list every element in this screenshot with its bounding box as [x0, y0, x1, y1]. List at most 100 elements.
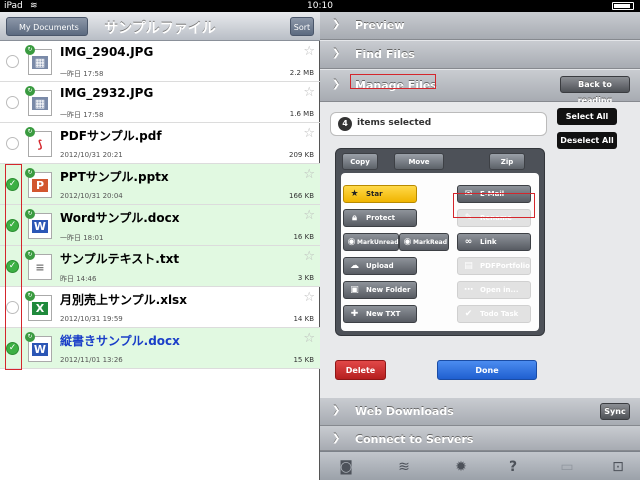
- manage-panel: ❯ Preview ❯ Find Files ❯ Manage Files Ba…: [320, 12, 640, 480]
- move-button[interactable]: Move: [394, 153, 444, 170]
- image-file-icon: ↻ ▦: [25, 45, 52, 75]
- new-folder-button[interactable]: ▣ New Folder: [343, 281, 417, 299]
- protect-button[interactable]: 🔒︎ Protect: [343, 209, 417, 227]
- manage-files-content: 4 items selected Select All Deselect All…: [320, 102, 640, 398]
- section-web-downloads[interactable]: ❯ Web Downloads Sync: [320, 398, 640, 426]
- link-button[interactable]: ∞ Link: [457, 233, 531, 251]
- file-name: PDFサンプル.pdf: [60, 129, 162, 143]
- file-row[interactable]: ↻ ▦ IMG_2932.JPG 一昨日 17:58 1.6 MB ☆: [0, 82, 320, 123]
- file-row[interactable]: ↻ ▦ IMG_2904.JPG 一昨日 17:58 2.2 MB ☆: [0, 41, 320, 82]
- done-button[interactable]: Done: [437, 360, 537, 380]
- section-find-files[interactable]: ❯ Find Files: [320, 41, 640, 69]
- section-find-files-label: Find Files: [355, 48, 415, 61]
- camera-icon[interactable]: ◙: [336, 458, 356, 476]
- battery-icon: [612, 2, 634, 10]
- pdf-portfolio-button[interactable]: ▤ PDFPortfolio: [457, 257, 531, 275]
- lock-icon[interactable]: ⊡: [608, 458, 628, 476]
- file-type-glyph: W: [32, 343, 48, 356]
- chevron-right-icon: ❯: [332, 19, 341, 30]
- delete-button[interactable]: Delete: [335, 360, 386, 380]
- mark-read-label: MarkRead: [413, 239, 448, 246]
- help-icon[interactable]: ?: [503, 458, 523, 476]
- copy-button[interactable]: Copy: [342, 153, 378, 170]
- mark-unread-button[interactable]: ◉ MarkUnread: [343, 233, 399, 251]
- file-date: 2012/10/31 20:04: [60, 192, 123, 200]
- star-icon[interactable]: ☆: [303, 331, 315, 346]
- deselect-all-button[interactable]: Deselect All: [557, 132, 617, 149]
- clock: 10:10: [307, 1, 333, 11]
- text-file-icon: ↻ ≡: [25, 250, 52, 280]
- section-connect-servers[interactable]: ❯ Connect to Servers: [320, 426, 640, 451]
- file-date: 昨日 14:46: [60, 275, 97, 283]
- sync-badge-icon: ↻: [25, 291, 35, 301]
- sync-badge-icon: ↻: [25, 86, 35, 96]
- star-icon[interactable]: ☆: [303, 126, 315, 141]
- file-size: 1.6 MB: [289, 110, 314, 118]
- open-in-button[interactable]: ⋯ Open in...: [457, 281, 531, 299]
- ppt-file-icon: ↻ P: [25, 168, 52, 198]
- chevron-down-icon: ❯: [332, 79, 341, 90]
- file-type-glyph: ⟆: [32, 138, 48, 151]
- upload-button[interactable]: ☁ Upload: [343, 257, 417, 275]
- file-row[interactable]: ✓ ↻ ≡ サンプルテキスト.txt 昨日 14:46 3 KB ☆: [0, 246, 320, 287]
- link-label: Link: [480, 238, 497, 246]
- lock-icon: 🔒︎: [352, 213, 357, 223]
- file-name: 月別売上サンプル.xlsx: [60, 293, 187, 307]
- new-file-icon: ✚: [350, 309, 359, 319]
- monitor-icon[interactable]: ▭: [557, 458, 577, 476]
- chevron-right-icon: ❯: [332, 433, 341, 444]
- folder-title: サンプルファイル: [104, 21, 216, 37]
- selection-checkbox[interactable]: [6, 55, 19, 68]
- back-to-reading-button[interactable]: Back to reading: [560, 76, 630, 105]
- section-connect-servers-label: Connect to Servers: [355, 433, 474, 446]
- mark-unread-label: MarkUnread: [357, 239, 399, 246]
- gear-icon[interactable]: ✹: [451, 458, 471, 476]
- word-file-icon: ↻ W: [25, 209, 52, 239]
- file-type-glyph: ▦: [32, 56, 48, 69]
- select-all-button[interactable]: Select All: [557, 108, 617, 125]
- file-list-navbar: My Documents サンプルファイル Sort: [0, 12, 320, 41]
- action-panel: Copy Move Zip ★ Star ✉ E-Mail 🔒︎ Protect ✎ R…: [335, 148, 545, 336]
- star-icon[interactable]: ☆: [303, 44, 315, 59]
- selection-checkbox[interactable]: [6, 96, 19, 109]
- file-size: 3 KB: [297, 274, 314, 282]
- todo-task-button[interactable]: ✔ Todo Task: [457, 305, 531, 323]
- file-date: 2012/11/01 13:26: [60, 356, 123, 364]
- star-icon[interactable]: ☆: [303, 85, 315, 100]
- sync-button[interactable]: Sync: [600, 403, 630, 420]
- sync-badge-icon: ↻: [25, 127, 35, 137]
- file-name: IMG_2932.JPG: [60, 86, 154, 100]
- new-txt-label: New TXT: [366, 310, 401, 318]
- word-file-icon: ↻ W: [25, 332, 52, 362]
- sort-button[interactable]: Sort: [290, 17, 314, 36]
- chevron-right-icon: ❯: [332, 405, 341, 416]
- file-size: 15 KB: [293, 356, 314, 364]
- wifi-icon[interactable]: ≋: [394, 458, 414, 476]
- chevron-right-icon: ❯: [332, 48, 341, 59]
- upload-label: Upload: [366, 262, 394, 270]
- zip-button[interactable]: Zip: [489, 153, 525, 170]
- star-icon[interactable]: ☆: [303, 167, 315, 182]
- pdf-file-icon: ↻ ⟆: [25, 127, 52, 157]
- file-row[interactable]: ✓ ↻ W 縦書きサンプル.docx 2012/11/01 13:26 15 KB ☆: [0, 328, 320, 369]
- file-row[interactable]: ↻ X 月別売上サンプル.xlsx 2012/10/31 19:59 14 KB ☆: [0, 287, 320, 328]
- star-icon[interactable]: ☆: [303, 208, 315, 223]
- file-date: 一昨日 18:01: [60, 234, 104, 242]
- file-size: 14 KB: [293, 315, 314, 323]
- file-type-glyph: ≡: [32, 261, 48, 274]
- file-type-glyph: P: [32, 179, 48, 192]
- star-icon[interactable]: ☆: [303, 249, 315, 264]
- selection-checkbox[interactable]: [6, 137, 19, 150]
- file-row[interactable]: ✓ ↻ P PPTサンプル.pptx 2012/10/31 20:04 166 KB ☆: [0, 164, 320, 205]
- mark-read-button[interactable]: ◉ MarkRead: [399, 233, 449, 251]
- star-button[interactable]: ★ Star: [343, 185, 417, 203]
- file-row[interactable]: ✓ ↻ W Wordサンプル.docx 一昨日 18:01 16 KB ☆: [0, 205, 320, 246]
- file-name: PPTサンプル.pptx: [60, 170, 169, 184]
- star-icon[interactable]: ☆: [303, 290, 315, 305]
- section-preview[interactable]: ❯ Preview: [320, 12, 640, 40]
- file-date: 2012/10/31 20:21: [60, 151, 123, 159]
- ipad-screen: iPad ≋ 10:10 My Documents サンプルファイル Sort …: [0, 0, 640, 480]
- bottom-toolbar: ◙ ≋ ✹ ? ▭ ⊡: [320, 451, 640, 480]
- new-txt-button[interactable]: ✚ New TXT: [343, 305, 417, 323]
- file-row[interactable]: ↻ ⟆ PDFサンプル.pdf 2012/10/31 20:21 209 KB ☆: [0, 123, 320, 164]
